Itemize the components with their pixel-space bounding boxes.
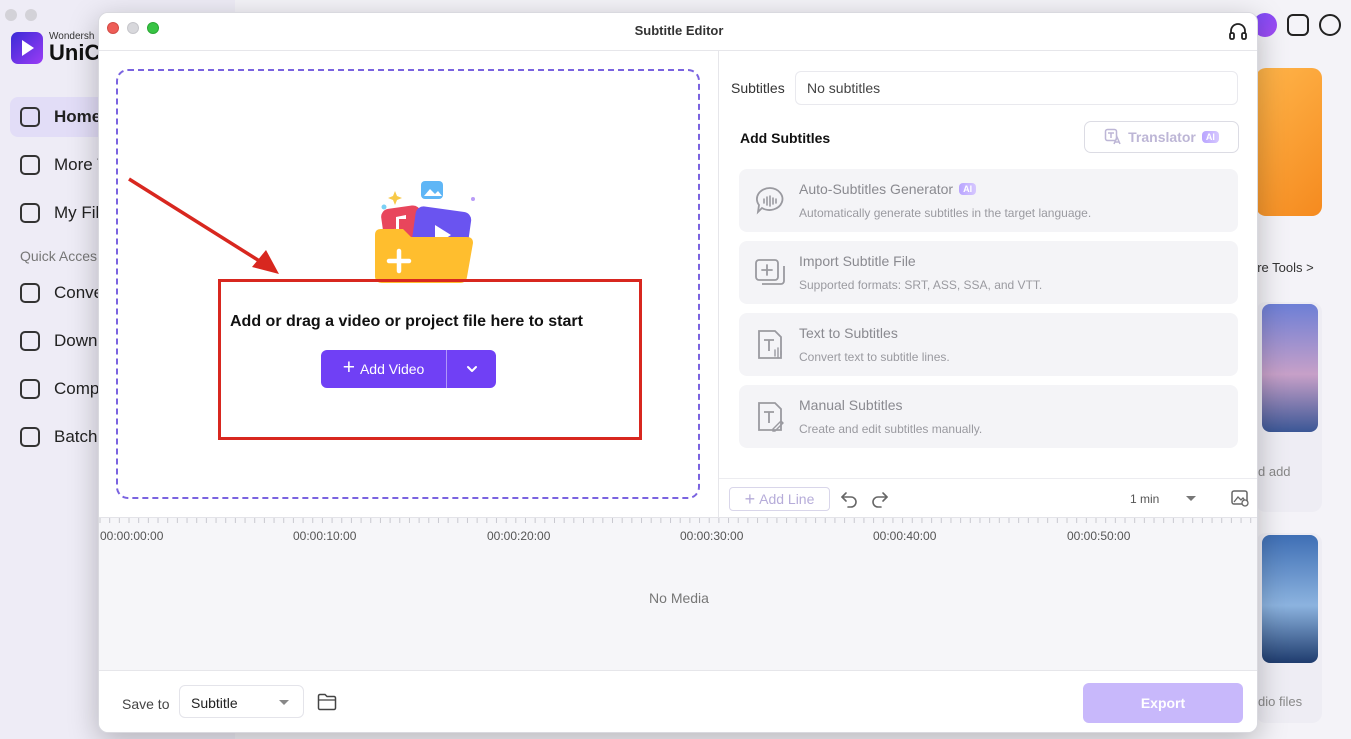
add-video-split-button: + Add Video (321, 350, 496, 388)
background-tool-card[interactable] (1256, 302, 1322, 512)
subtitle-editor-window: Subtitle Editor Add or drag a video or p… (98, 12, 1258, 733)
subtitles-track-select[interactable]: No subtitles (795, 71, 1238, 105)
file-icon (20, 203, 40, 223)
converter-icon (20, 283, 40, 303)
manual-subtitles-option[interactable]: Manual Subtitles Create and edit subtitl… (739, 385, 1238, 448)
caret-down-icon (279, 700, 289, 705)
option-description: Create and edit subtitles manually. (799, 422, 983, 436)
save-to-select[interactable]: Subtitle (179, 685, 304, 718)
open-folder-icon[interactable] (317, 693, 337, 711)
translator-button[interactable]: Translator AI (1084, 121, 1239, 153)
text-to-subtitle-icon (758, 330, 782, 359)
image-settings-icon[interactable] (1230, 488, 1250, 508)
compress-icon (20, 379, 40, 399)
ruler-ticks (99, 518, 1252, 523)
tick-label: 00:00:20:00 (487, 529, 551, 543)
manual-subtitle-icon (758, 402, 784, 432)
uniconverter-logo-icon (11, 32, 43, 64)
tick-label: 00:00:00:00 (100, 529, 164, 543)
option-title: Text to Subtitles (799, 325, 898, 341)
background-card-text: d add (1258, 464, 1291, 479)
plus-icon: + (744, 489, 756, 509)
support-headset-icon[interactable] (1227, 21, 1249, 43)
sidebar-item-label: Comp (54, 379, 100, 398)
folder-media-illustration-icon (375, 181, 475, 283)
sidebar-item-label: Conve (54, 283, 104, 302)
subtitles-label: Subtitles (731, 80, 785, 96)
toolbox-icon (20, 155, 40, 175)
import-subtitle-file-option[interactable]: Import Subtitle File Supported formats: … (739, 241, 1238, 304)
ai-badge: AI (959, 183, 977, 195)
tick-label: 00:00:30:00 (680, 529, 744, 543)
export-button[interactable]: Export (1083, 683, 1243, 723)
sidebar-item-label: Downl (54, 331, 102, 350)
tick-label: 00:00:10:00 (293, 529, 357, 543)
caret-down-icon (1186, 496, 1196, 501)
background-promo-card[interactable] (1256, 68, 1322, 216)
timeline[interactable]: 00:00:00:00 00:00:10:00 00:00:20:00 00:0… (99, 517, 1257, 670)
subtitles-panel: Subtitles No subtitles Add Subtitles Tra… (718, 51, 1257, 517)
option-title: Import Subtitle File (799, 253, 916, 269)
tick-label: 00:00:50:00 (1067, 529, 1131, 543)
window-title: Subtitle Editor (634, 23, 724, 38)
editor-footer: Save to Subtitle Export (99, 670, 1257, 732)
media-preview-pane: Add or drag a video or project file here… (99, 51, 718, 517)
redo-icon[interactable] (870, 488, 890, 508)
sidebar-item-label: Home (54, 107, 102, 126)
translate-icon (1104, 128, 1121, 145)
more-tools-link[interactable]: ore Tools > (1250, 260, 1314, 275)
save-to-label: Save to (122, 696, 170, 712)
add-video-button[interactable]: + Add Video (321, 350, 447, 388)
download-icon (20, 331, 40, 351)
background-card-text-2: dio files (1258, 694, 1303, 709)
zoom-value: 1 min (1130, 492, 1160, 506)
add-video-dropdown-button[interactable] (447, 350, 496, 388)
drop-zone-prompt: Add or drag a video or project file here… (230, 313, 583, 330)
timeline-zoom-select[interactable]: 1 min (1122, 487, 1202, 511)
background-window-controls (5, 9, 37, 21)
support-headset-icon[interactable] (1319, 14, 1341, 36)
home-icon (20, 107, 40, 127)
undo-icon[interactable] (839, 488, 859, 508)
chat-icon[interactable] (1287, 14, 1309, 36)
sidebar-item-label: Batch (54, 427, 98, 446)
speech-bubble-icon (756, 187, 784, 215)
add-video-label: Add Video (359, 361, 425, 377)
option-title: Manual Subtitles (799, 397, 903, 413)
import-subtitle-icon (755, 259, 785, 285)
image-icon (20, 427, 40, 447)
translator-label: Translator (1128, 129, 1196, 145)
timeline-empty-text: No Media (649, 590, 709, 606)
quick-access-label: Quick Acces (20, 248, 98, 264)
ai-badge: AI (1201, 131, 1219, 143)
annotation-arrow (128, 177, 279, 274)
option-description: Convert text to subtitle lines. (799, 350, 950, 364)
add-subtitles-heading: Add Subtitles (740, 130, 831, 146)
tick-label: 00:00:40:00 (873, 529, 937, 543)
plus-icon: + (342, 356, 355, 379)
option-description: Automatically generate subtitles in the … (799, 206, 1092, 220)
save-to-value: Subtitle (191, 695, 238, 711)
background-top-icons (1253, 13, 1341, 37)
add-line-button[interactable]: + Add Line (729, 487, 830, 511)
auto-subtitles-generator-option[interactable]: Auto-Subtitles Generator AI Automaticall… (739, 169, 1238, 232)
subtitle-toolbar: + Add Line 1 min (719, 478, 1257, 517)
timeline-ruler: 00:00:00:00 00:00:10:00 00:00:20:00 00:0… (99, 518, 1257, 546)
option-description: Supported formats: SRT, ASS, SSA, and VT… (799, 278, 1043, 292)
text-to-subtitles-option[interactable]: Text to Subtitles Convert text to subtit… (739, 313, 1238, 376)
sidebar-item-label: My Fil (54, 203, 100, 222)
option-title-wrap: Auto-Subtitles Generator AI (799, 181, 977, 197)
window-titlebar: Subtitle Editor (99, 13, 1257, 51)
option-title: Auto-Subtitles Generator (799, 181, 954, 197)
add-line-label: Add Line (759, 491, 815, 507)
chevron-down-icon (466, 366, 477, 372)
